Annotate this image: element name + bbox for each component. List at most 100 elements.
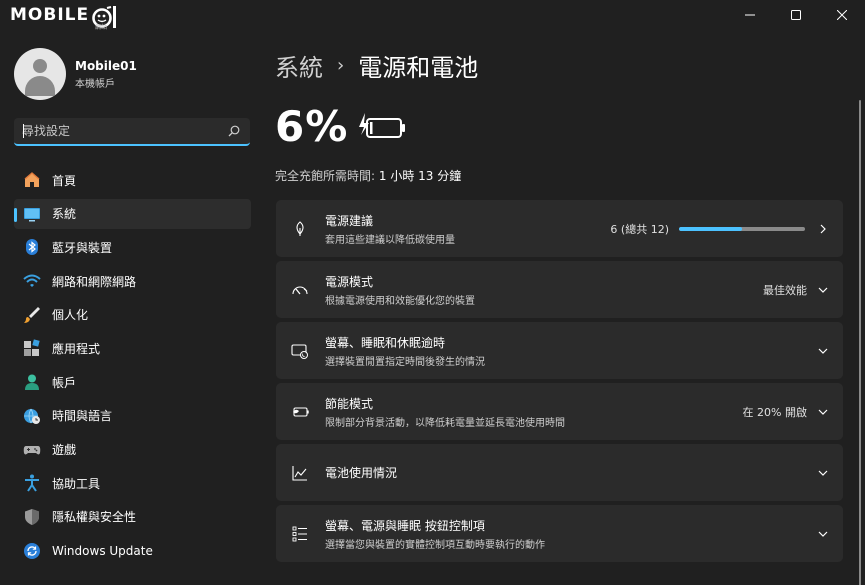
apps-icon [23, 339, 41, 357]
card-title: 螢幕、睡眠和休眠逾時 [325, 335, 446, 350]
page-title: 電源和電池 [358, 54, 479, 82]
profile-account-type: 本機帳戶 [75, 78, 115, 90]
update-icon [23, 542, 41, 560]
close-icon [837, 10, 847, 20]
charge-time-line: 完全充飽所需時間: 1 小時 13 分鐘 [275, 167, 461, 184]
card-subtitle: 限制部分背景活動，以降低耗電量並延長電池使用時間 [325, 417, 565, 429]
battery-saver-icon [290, 402, 310, 422]
chevron-down-icon[interactable] [817, 406, 829, 418]
sidebar-item-label: 帳戶 [52, 375, 77, 390]
search-icon[interactable] [228, 125, 240, 137]
minimize-button[interactable] [727, 0, 773, 30]
card-subtitle: 根據電源使用和效能優化您的裝置 [325, 295, 475, 307]
card-power-mode[interactable]: 電源模式 根據電源使用和效能優化您的裝置 最佳效能 [276, 261, 843, 318]
sidebar-item-privacy[interactable]: 隱私權與安全性 [14, 502, 251, 532]
sidebar-item-personalization[interactable]: 個人化 [14, 300, 251, 330]
gamepad-icon [23, 441, 41, 459]
breadcrumb-parent[interactable]: 系統 [275, 48, 323, 83]
brush-icon [23, 306, 41, 324]
logo-text: MOBILE [10, 5, 90, 25]
sidebar: Mobile01 本機帳戶 首頁 系統 藍牙與裝置 [0, 30, 265, 585]
card-subtitle: 選擇裝置閒置指定時間後發生的情況 [325, 356, 485, 368]
sidebar-item-label: 首頁 [52, 173, 77, 188]
sidebar-item-label: 遊戲 [52, 443, 77, 457]
sidebar-item-label: 時間與語言 [52, 409, 113, 424]
search-box[interactable] [14, 118, 250, 146]
card-energy-saver[interactable]: 節能模式 限制部分背景活動，以降低耗電量並延長電池使用時間 在 20% 開啟 [276, 383, 843, 440]
bluetooth-icon [23, 238, 41, 256]
close-button[interactable] [819, 0, 865, 30]
line-chart-icon [290, 463, 310, 483]
title-bar: MOBILE 網站 [0, 0, 865, 31]
home-icon [23, 171, 41, 189]
globe-clock-icon [23, 407, 41, 425]
sidebar-item-time-language[interactable]: 時間與語言 [14, 401, 251, 431]
card-subtitle: 選擇當您與裝置的實體控制項互動時要執行的動作 [325, 539, 545, 551]
card-title: 螢幕、電源與睡眠 按鈕控制項 [325, 518, 485, 533]
sidebar-item-label: 應用程式 [52, 341, 101, 356]
sidebar-item-bluetooth[interactable]: 藍牙與裝置 [14, 232, 251, 262]
sidebar-item-accessibility[interactable]: 協助工具 [14, 468, 251, 498]
sidebar-item-windows-update[interactable]: Windows Update [14, 536, 251, 566]
window-controls [727, 0, 865, 30]
card-title: 電源建議 [325, 213, 374, 228]
sidebar-item-system[interactable]: 系統 [14, 198, 251, 229]
sidebar-item-gaming[interactable]: 遊戲 [14, 435, 251, 465]
chevron-right-icon [817, 223, 829, 235]
energy-saver-status: 在 20% 開啟 [742, 405, 807, 419]
sidebar-item-label: 個人化 [52, 308, 89, 323]
recommendations-progress-bar [679, 226, 805, 231]
card-battery-usage[interactable]: 電池使用情況 [276, 444, 843, 501]
chevron-down-icon[interactable] [817, 467, 829, 479]
battery-charging-icon [359, 113, 405, 138]
sidebar-nav: 首頁 系統 藍牙與裝置 網路和網際網路 個人化 應用程式 帳戶 時間與語言 遊戲… [14, 165, 251, 569]
sidebar-item-network[interactable]: 網路和網際網路 [14, 266, 251, 296]
sidebar-item-accounts[interactable]: 帳戶 [14, 367, 251, 397]
speedometer-icon [290, 280, 310, 300]
person-icon [23, 373, 41, 391]
sidebar-item-label: 隱私權與安全性 [52, 510, 137, 525]
scrollbar[interactable] [859, 100, 861, 585]
chevron-down-icon[interactable] [817, 528, 829, 540]
mobile01-logo: MOBILE 網站 [10, 5, 119, 31]
card-screen-sleep[interactable]: 螢幕、睡眠和休眠逾時 選擇裝置閒置指定時間後發生的情況 [276, 322, 843, 379]
monitor-icon [23, 205, 41, 223]
sidebar-item-label: Windows Update [52, 543, 153, 558]
card-button-controls[interactable]: 螢幕、電源與睡眠 按鈕控制項 選擇當您與裝置的實體控制項互動時要執行的動作 [276, 505, 843, 562]
wifi-icon [23, 272, 41, 290]
sidebar-item-home[interactable]: 首頁 [14, 165, 251, 195]
charge-time-label: 完全充飽所需時間: [275, 169, 376, 183]
sidebar-item-label: 網路和網際網路 [52, 274, 137, 289]
maximize-icon [791, 10, 801, 20]
leaf-icon [290, 219, 310, 239]
card-title: 節能模式 [325, 396, 374, 411]
sidebar-item-label: 協助工具 [52, 476, 101, 491]
screen-sleep-icon [290, 341, 310, 361]
chevron-down-icon[interactable] [817, 345, 829, 357]
search-input[interactable] [22, 118, 222, 144]
battery-percent: 6% [275, 102, 349, 151]
recommendations-count: 6 (總共 12) [610, 222, 669, 236]
breadcrumb: 系統 › 電源和電池 [275, 48, 478, 83]
avatar [14, 48, 66, 100]
breadcrumb-separator: › [337, 55, 345, 76]
sidebar-item-label: 系統 [52, 207, 77, 222]
minimize-icon [745, 14, 755, 16]
list-controls-icon [290, 524, 310, 544]
power-mode-select[interactable]: 最佳效能 [763, 282, 807, 298]
charge-time-value: 1 小時 13 分鐘 [378, 169, 462, 183]
recommendations-progress-fill [679, 226, 742, 231]
main-content: 系統 › 電源和電池 6% 完全充飽所需時間: 1 小時 13 分鐘 電源建議 … [265, 30, 865, 585]
sidebar-item-label: 藍牙與裝置 [52, 240, 113, 255]
card-title: 電池使用情況 [325, 466, 398, 480]
sidebar-item-apps[interactable]: 應用程式 [14, 333, 251, 363]
settings-cards: 電源建議 套用這些建議以降低碳使用量 6 (總共 12) 電源模式 根據電源使用… [276, 200, 843, 566]
user-profile[interactable]: Mobile01 本機帳戶 [14, 48, 137, 100]
shield-icon [23, 508, 41, 526]
card-power-recommendations[interactable]: 電源建議 套用這些建議以降低碳使用量 6 (總共 12) [276, 200, 843, 257]
card-subtitle: 套用這些建議以降低碳使用量 [325, 234, 455, 246]
maximize-button[interactable] [773, 0, 819, 30]
card-title: 電源模式 [325, 274, 374, 289]
chevron-down-icon[interactable] [817, 284, 829, 296]
profile-name: Mobile01 [75, 58, 137, 73]
